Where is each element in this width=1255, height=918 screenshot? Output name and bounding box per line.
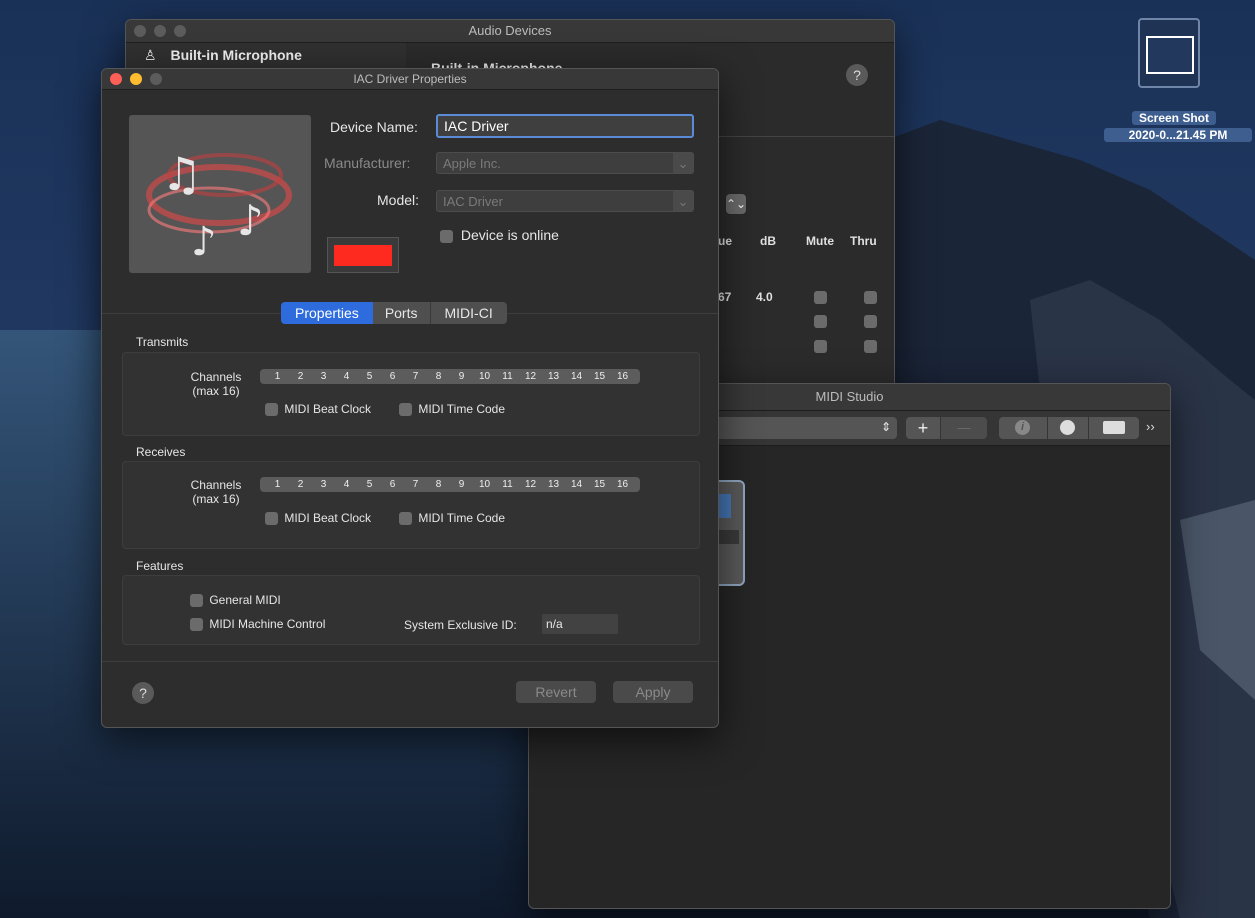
mute-checkbox-2[interactable]	[814, 315, 827, 328]
row-value: 67	[718, 290, 732, 304]
tab-bar: Properties Ports MIDI-CI	[281, 302, 507, 324]
receives-title: Receives	[136, 445, 186, 459]
transmits-channel-selector[interactable]: 1 2 3 4 5 6 7 8 9 10 11 12 13 14 15 16	[260, 369, 640, 384]
tab-midi-ci[interactable]: MIDI-CI	[431, 302, 507, 324]
footer-divider	[102, 661, 718, 662]
column-value: ue	[718, 234, 733, 248]
device-color-well[interactable]	[327, 237, 399, 273]
audio-window-controls	[134, 25, 186, 37]
stepper-icon: ⌃⌄	[726, 197, 747, 211]
revert-button[interactable]: Revert	[516, 681, 596, 703]
piano-keyboard-icon	[1103, 421, 1125, 434]
select-chevron-icon: ⇕	[880, 420, 891, 434]
manufacturer-label: Manufacturer:	[324, 155, 411, 171]
rescan-icon	[1060, 420, 1075, 435]
screenshot-filename-line1: Screen Shot	[1132, 111, 1216, 125]
close-icon[interactable]	[110, 73, 122, 85]
column-thru: Thru	[850, 234, 877, 248]
column-db: dB	[760, 234, 776, 248]
midi-music-notes-icon: ♫ ♪ ♪	[146, 147, 292, 265]
svg-text:♪: ♪	[237, 196, 264, 245]
sysex-id-input[interactable]: n/a	[542, 614, 618, 634]
audio-devices-titlebar: Audio Devices	[126, 20, 894, 43]
svg-text:♫: ♫	[161, 147, 202, 201]
screenshot-thumbnail-icon	[1138, 18, 1200, 88]
machine-control-checkbox[interactable]: MIDI Machine Control	[190, 617, 325, 632]
mute-checkbox-1[interactable]	[814, 291, 827, 304]
audio-columns-header: ue dB Mute Thru	[718, 234, 894, 252]
transmits-title: Transmits	[136, 335, 189, 349]
keyboard-button[interactable]	[1089, 417, 1139, 439]
info-icon: i	[1015, 420, 1030, 435]
minimize-icon[interactable]	[154, 25, 166, 37]
rescan-button[interactable]	[1048, 417, 1088, 439]
microphone-icon: ♙	[144, 47, 157, 63]
device-name-input[interactable]: IAC Driver	[436, 114, 694, 138]
thru-checkbox-1[interactable]	[864, 291, 877, 304]
features-group	[122, 575, 700, 645]
receives-channel-selector[interactable]: 1 2 3 4 5 6 7 8 9 10 11 12 13 14 15 16	[260, 477, 640, 492]
tab-properties[interactable]: Properties	[281, 302, 373, 324]
thru-checkbox-2[interactable]	[864, 315, 877, 328]
device-online-checkbox[interactable]: Device is online	[440, 227, 559, 243]
iac-help-button[interactable]: ?	[132, 682, 154, 704]
features-title: Features	[136, 559, 184, 573]
iac-titlebar: IAC Driver Properties	[102, 69, 718, 90]
model-label: Model:	[377, 192, 420, 208]
receives-beat-clock-checkbox[interactable]: MIDI Beat Clock	[265, 511, 371, 526]
receives-channels-label: Channels (max 16)	[190, 478, 242, 506]
row-db: 4.0	[756, 290, 773, 304]
iac-window-controls	[110, 73, 162, 85]
audio-format-stepper[interactable]: ⌃⌄	[726, 194, 746, 214]
audio-divider	[706, 136, 894, 137]
color-swatch	[334, 245, 392, 266]
manufacturer-select[interactable]: Apple Inc. ⌄	[436, 152, 694, 174]
chevron-down-icon: ⌄	[673, 153, 693, 173]
iac-driver-properties-window: IAC Driver Properties ♫ ♪ ♪ Device Name:…	[101, 68, 719, 728]
configuration-select[interactable]: ⇕	[709, 417, 897, 439]
add-device-button[interactable]: +	[906, 417, 940, 439]
device-icon-well[interactable]: ♫ ♪ ♪	[129, 115, 311, 273]
sysex-id-label: System Exclusive ID:	[404, 618, 517, 632]
thru-checkbox-3[interactable]	[864, 340, 877, 353]
transmits-time-code-checkbox[interactable]: MIDI Time Code	[399, 402, 505, 417]
desktop-file-screenshot[interactable]: Screen Shot 2020-0...21.45 PM	[1104, 18, 1252, 148]
apply-button[interactable]: Apply	[613, 681, 693, 703]
device-name-label: Device Name:	[330, 119, 418, 135]
chevron-down-icon: ⌄	[673, 191, 693, 211]
transmits-channels-label: Channels (max 16)	[190, 370, 242, 398]
info-button[interactable]: i	[999, 417, 1047, 439]
zoom-icon[interactable]	[174, 25, 186, 37]
general-midi-checkbox[interactable]: General MIDI	[190, 593, 281, 608]
audio-devices-title: Audio Devices	[468, 23, 552, 38]
midi-studio-title: MIDI Studio	[815, 389, 884, 404]
column-mute: Mute	[806, 234, 834, 248]
mute-checkbox-3[interactable]	[814, 340, 827, 353]
screenshot-filename-line2: 2020-0...21.45 PM	[1104, 128, 1252, 142]
toolbar-overflow-button[interactable]: ››	[1146, 419, 1155, 434]
minimize-icon[interactable]	[130, 73, 142, 85]
remove-device-button[interactable]: —	[941, 417, 987, 439]
transmits-beat-clock-checkbox[interactable]: MIDI Beat Clock	[265, 402, 371, 417]
iac-title: IAC Driver Properties	[353, 72, 467, 86]
receives-time-code-checkbox[interactable]: MIDI Time Code	[399, 511, 505, 526]
zoom-icon[interactable]	[150, 73, 162, 85]
tab-ports[interactable]: Ports	[373, 302, 431, 324]
audio-help-button[interactable]: ?	[846, 64, 868, 86]
model-select[interactable]: IAC Driver ⌄	[436, 190, 694, 212]
svg-text:♪: ♪	[191, 219, 217, 265]
close-icon[interactable]	[134, 25, 146, 37]
sidebar-item-built-in-microphone[interactable]: ♙ Built-in Microphone	[144, 47, 302, 64]
